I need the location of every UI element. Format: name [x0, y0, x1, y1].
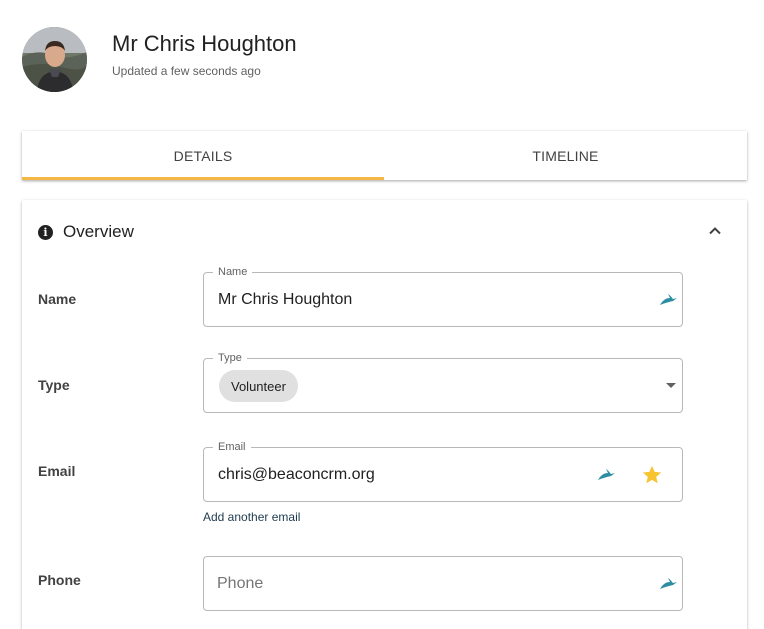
- phone-label: Phone: [38, 572, 81, 588]
- record-title: Mr Chris Houghton: [112, 31, 297, 56]
- name-field-legend: Name: [213, 265, 253, 279]
- overview-title: Overview: [63, 222, 134, 241]
- name-label: Name: [38, 291, 77, 307]
- tab-timeline[interactable]: TIMELINE: [384, 131, 747, 180]
- name-field-value[interactable]: Mr Chris Houghton: [218, 291, 352, 309]
- star-icon[interactable]: [641, 464, 663, 486]
- record-tabs: DETAILS TIMELINE: [22, 131, 747, 180]
- bird-icon[interactable]: [658, 293, 678, 307]
- add-another-email-link[interactable]: Add another email: [203, 510, 300, 524]
- phone-input[interactable]: [217, 571, 637, 597]
- email-field-legend: Email: [213, 440, 251, 454]
- type-field-legend: Type: [213, 351, 247, 365]
- email-label: Email: [38, 463, 76, 479]
- overview-card: i Overview Name Name Mr Chris Houghton T…: [22, 200, 747, 629]
- bird-icon[interactable]: [596, 468, 616, 482]
- bird-icon[interactable]: [658, 577, 678, 591]
- updated-timestamp: Updated a few seconds ago: [112, 64, 261, 78]
- type-select[interactable]: Type Volunteer: [203, 351, 683, 413]
- overview-header[interactable]: i Overview: [38, 220, 134, 244]
- info-icon: i: [38, 224, 53, 240]
- chevron-up-icon[interactable]: [706, 222, 724, 240]
- dropdown-arrow-icon[interactable]: [666, 383, 676, 388]
- email-field[interactable]: Email chris@beaconcrm.org: [203, 440, 683, 502]
- email-field-value[interactable]: chris@beaconcrm.org: [218, 466, 375, 484]
- avatar[interactable]: [22, 27, 87, 92]
- active-tab-indicator: [22, 177, 384, 180]
- phone-field[interactable]: [203, 556, 683, 611]
- name-field[interactable]: Name Mr Chris Houghton: [203, 265, 683, 327]
- type-chip-volunteer[interactable]: Volunteer: [219, 370, 298, 402]
- tab-details[interactable]: DETAILS: [22, 131, 384, 180]
- type-label: Type: [38, 377, 70, 393]
- record-header: Mr Chris Houghton Updated a few seconds …: [22, 27, 742, 93]
